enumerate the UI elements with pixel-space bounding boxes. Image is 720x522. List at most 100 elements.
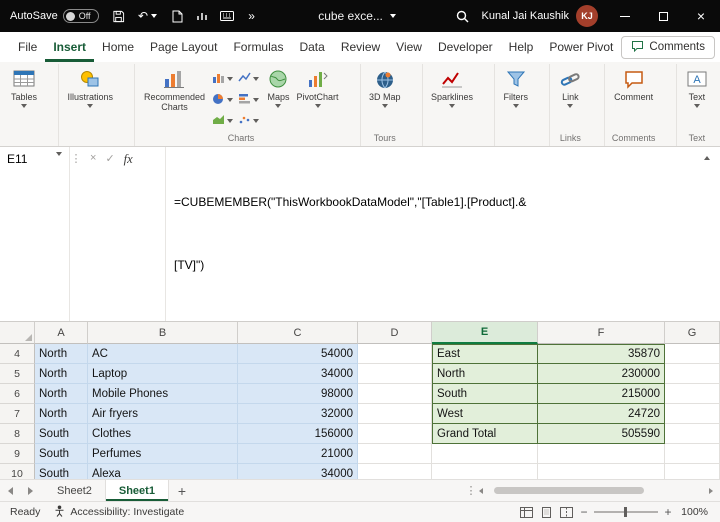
column-header-a[interactable]: A [35, 322, 88, 344]
column-header-c[interactable]: C [238, 322, 358, 344]
cell-e4[interactable]: East [432, 344, 538, 364]
cell-d6[interactable] [358, 384, 432, 404]
bar-chart-button[interactable] [238, 91, 259, 109]
cell-g8[interactable] [665, 424, 720, 444]
tables-button[interactable]: Tables [8, 64, 40, 108]
normal-view-button[interactable] [516, 507, 536, 518]
file-title[interactable]: cube exce... [266, 9, 449, 23]
name-box[interactable]: E11 [0, 147, 70, 321]
cell-c4[interactable]: 54000 [238, 344, 358, 364]
cell-e5[interactable]: North [432, 364, 538, 384]
cell-c7[interactable]: 32000 [238, 404, 358, 424]
zoom-level[interactable]: 100% [676, 506, 720, 518]
collapse-formula-bar-button[interactable] [694, 147, 720, 321]
scrollbar-thumb[interactable] [494, 487, 644, 494]
cell-a4[interactable]: North [35, 344, 88, 364]
cell-e7[interactable]: West [432, 404, 538, 424]
tab-home[interactable]: Home [94, 32, 142, 62]
tab-developer[interactable]: Developer [430, 32, 501, 62]
text-button[interactable]: AText [682, 64, 712, 108]
zoom-slider-thumb[interactable] [624, 507, 627, 517]
cancel-icon[interactable]: × [90, 152, 96, 321]
cell-f10[interactable] [538, 464, 665, 479]
column-header-b[interactable]: B [88, 322, 238, 344]
cell-d5[interactable] [358, 364, 432, 384]
tab-file[interactable]: File [10, 32, 45, 62]
cell-a9[interactable]: South [35, 444, 88, 464]
row-header-7[interactable]: 7 [0, 404, 35, 424]
formula-bar-handle[interactable]: ⋮ [70, 147, 82, 321]
select-all-corner[interactable] [0, 322, 35, 344]
cell-a6[interactable]: North [35, 384, 88, 404]
pivotchart-button[interactable]: PivotChart [293, 64, 341, 108]
cell-e10[interactable] [432, 464, 538, 479]
account[interactable]: Kunal Jai Kaushik KJ [482, 5, 598, 27]
zoom-slider[interactable] [594, 511, 658, 513]
pie-chart-button[interactable] [212, 91, 233, 109]
cell-f8[interactable]: 505590 [538, 424, 665, 444]
tab-data[interactable]: Data [291, 32, 332, 62]
formula-input[interactable]: =CUBEMEMBER("ThisWorkbookDataModel","[Ta… [166, 147, 694, 321]
cell-f4[interactable]: 35870 [538, 344, 665, 364]
keyboard-icon[interactable] [216, 3, 238, 29]
accessibility-status[interactable]: Accessibility: Investigate [54, 505, 184, 520]
cell-b7[interactable]: Air fryers [88, 404, 238, 424]
page-layout-view-button[interactable] [536, 507, 556, 518]
save-icon[interactable] [108, 3, 130, 29]
comments-button[interactable]: Comments [621, 36, 715, 59]
enter-icon[interactable]: ✓ [105, 152, 114, 321]
column-chart-button[interactable] [212, 70, 233, 88]
scrollbar-options-icon[interactable]: ⋮ [463, 484, 479, 497]
scrollbar-track[interactable] [488, 485, 704, 496]
cell-c8[interactable]: 156000 [238, 424, 358, 444]
cell-c10[interactable]: 34000 [238, 464, 358, 479]
column-header-e[interactable]: E [432, 322, 538, 344]
cell-g9[interactable] [665, 444, 720, 464]
close-button[interactable]: × [682, 0, 720, 32]
document-icon[interactable] [166, 3, 188, 29]
cell-b10[interactable]: Alexa [88, 464, 238, 479]
minimize-button[interactable] [606, 0, 644, 32]
cell-b4[interactable]: AC [88, 344, 238, 364]
column-header-f[interactable]: F [538, 322, 665, 344]
maximize-button[interactable] [644, 0, 682, 32]
row-header-9[interactable]: 9 [0, 444, 35, 464]
cell-d9[interactable] [358, 444, 432, 464]
page-break-view-button[interactable] [556, 507, 576, 518]
cell-c6[interactable]: 98000 [238, 384, 358, 404]
insert-function-icon[interactable]: fx [124, 152, 133, 321]
cell-a10[interactable]: South [35, 464, 88, 479]
search-icon[interactable] [452, 3, 474, 29]
cell-b6[interactable]: Mobile Phones [88, 384, 238, 404]
row-header-10[interactable]: 10 [0, 464, 35, 479]
cell-f9[interactable] [538, 444, 665, 464]
tab-review[interactable]: Review [333, 32, 388, 62]
3d-map-button[interactable]: 3D Map [366, 64, 404, 108]
row-header-6[interactable]: 6 [0, 384, 35, 404]
tab-formulas[interactable]: Formulas [225, 32, 291, 62]
row-header-8[interactable]: 8 [0, 424, 35, 444]
scroll-right-icon[interactable] [709, 488, 713, 494]
scatter-chart-button[interactable] [238, 112, 259, 130]
cell-e6[interactable]: South [432, 384, 538, 404]
autosave-toggle[interactable]: AutoSave Off [10, 9, 99, 23]
maps-button[interactable]: Maps [263, 64, 293, 108]
cell-b8[interactable]: Clothes [88, 424, 238, 444]
cell-a7[interactable]: North [35, 404, 88, 424]
cell-e8[interactable]: Grand Total [432, 424, 538, 444]
comment-button[interactable]: Comment [611, 64, 656, 102]
cell-g6[interactable] [665, 384, 720, 404]
sheet-tab-sheet2[interactable]: Sheet2 [44, 480, 105, 501]
zoom-out-button[interactable]: − [576, 505, 592, 519]
more-commands-icon[interactable]: » [241, 3, 263, 29]
cell-c9[interactable]: 21000 [238, 444, 358, 464]
horizontal-scrollbar[interactable] [479, 485, 720, 496]
line-chart-button[interactable] [238, 70, 259, 88]
cell-g5[interactable] [665, 364, 720, 384]
link-button[interactable]: Link [555, 64, 585, 108]
tab-help[interactable]: Help [501, 32, 542, 62]
cell-b5[interactable]: Laptop [88, 364, 238, 384]
cell-e9[interactable] [432, 444, 538, 464]
cell-c5[interactable]: 34000 [238, 364, 358, 384]
recommended-charts-button[interactable]: Recommended Charts [140, 64, 208, 113]
